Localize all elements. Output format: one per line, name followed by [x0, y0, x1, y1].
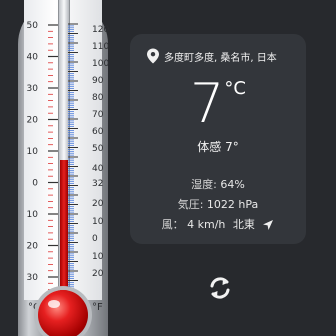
fahrenheit-tick-label: 20 — [92, 269, 104, 279]
location-text: 多度町多度, 桑名市, 日本 — [164, 52, 277, 64]
fahrenheit-tick-label: 0 — [92, 234, 98, 244]
weather-card: 多度町多度, 桑名市, 日本 7°C 体感 7° 湿度: 64% 気圧: 102… — [130, 34, 306, 244]
wind-direction: 北東 — [232, 218, 255, 231]
fahrenheit-tick-label: 120 — [92, 25, 109, 35]
fahrenheit-tick-label: 70 — [92, 110, 104, 120]
fahrenheit-tick-label: 10 — [92, 252, 104, 262]
celsius-tick-label: 10 — [27, 210, 39, 220]
fahrenheit-unit-label: °F — [92, 302, 103, 313]
refresh-icon[interactable] — [206, 274, 234, 302]
celsius-tick-label: 20 — [27, 116, 39, 126]
celsius-tick-label: 0 — [32, 179, 38, 189]
location-pin-icon — [147, 48, 159, 64]
fahrenheit-tick-label: 60 — [92, 127, 104, 137]
thermometer-scale: °C °F 5040302010010203012011010090807060… — [27, 21, 110, 313]
fahrenheit-tick-label: 50 — [92, 144, 104, 154]
celsius-tick-label: 50 — [27, 21, 39, 31]
fahrenheit-tick-label: 20 — [92, 199, 104, 209]
humidity-row: 湿度: 64% — [130, 176, 306, 192]
navigation-arrow-icon — [263, 220, 274, 230]
fahrenheit-tick-label: 40 — [92, 164, 104, 174]
feels-like-text: 体感 7° — [197, 140, 239, 154]
pressure-value: 1022 hPa — [206, 198, 259, 211]
pressure-row: 気圧: 1022 hPa — [130, 196, 306, 212]
humidity-label: 湿度: — [191, 178, 221, 191]
app-screen: °C °F 50 40 30 20 10 0 10 20 30 120 110 100 90 80 70 60… — [0, 0, 336, 336]
bulb-highlight — [48, 300, 60, 308]
fahrenheit-tick-label: 110 — [92, 42, 109, 52]
celsius-tick-label: 10 — [27, 147, 39, 157]
celsius-tick-label: 40 — [27, 53, 39, 63]
wind-row: 風： 4 km/h 北東 — [130, 216, 306, 232]
temperature-unit: °C — [224, 78, 246, 99]
thermometer-bulb — [38, 290, 88, 336]
celsius-tick-label: 30 — [27, 84, 39, 94]
wind-label: 風： — [161, 218, 188, 231]
fahrenheit-tick-label: 90 — [92, 76, 104, 86]
wind-speed: 4 km/h — [187, 218, 226, 231]
temperature-display: 7°C — [130, 74, 306, 134]
humidity-value: 64% — [220, 178, 245, 191]
fahrenheit-tick-label: 80 — [92, 93, 104, 103]
fahrenheit-tick-label: 32 — [92, 179, 103, 189]
pressure-label: 気圧: — [177, 198, 207, 211]
celsius-tick-label: 30 — [27, 273, 39, 283]
location-row[interactable]: 多度町多度, 桑名市, 日本 — [146, 46, 296, 66]
fahrenheit-tick-label: 10 — [92, 217, 104, 227]
celsius-tick-label: 20 — [27, 242, 39, 252]
fahrenheit-tick-label: 100 — [92, 59, 109, 69]
temperature-value: 7 — [190, 72, 225, 135]
